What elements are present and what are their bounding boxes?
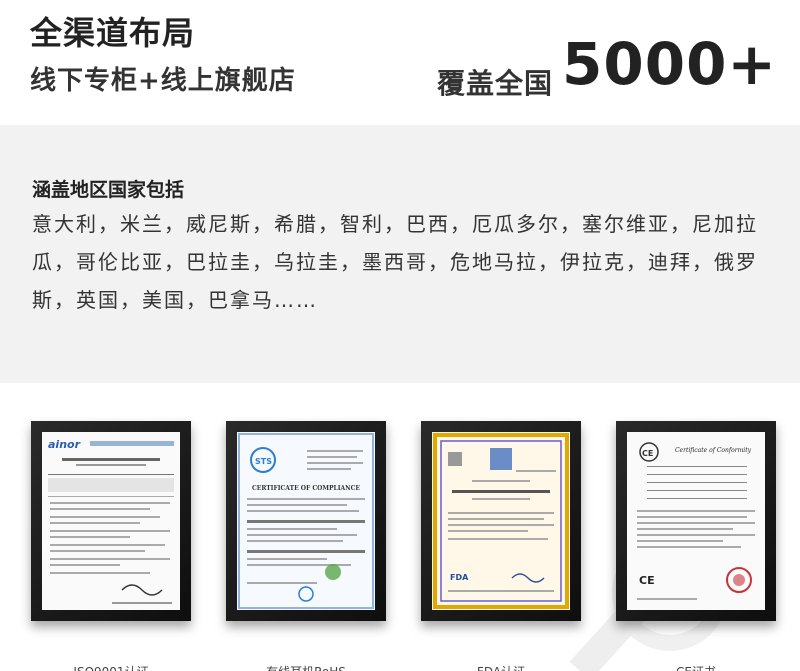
iso-certificate: ainor ISO9001 [31, 421, 191, 671]
iso-certificate-content: ainor [48, 438, 174, 604]
fda-certificate-caption: FDA认证 [421, 663, 581, 671]
fda-logo: FDA [450, 573, 469, 582]
fda-certificate-content: FDA [433, 433, 569, 609]
iso-certificate-caption: ISO9001认证 [31, 663, 191, 671]
ce-mark: CE [639, 574, 655, 587]
fda-certificate: FDA FDA认证 [421, 421, 581, 671]
headline: 全渠道布局 [30, 14, 196, 52]
ce-certificate-caption: CE证书 [616, 663, 776, 671]
rohs-certificate-caption: 有线耳机RoHS [226, 663, 386, 671]
fda-certificate-paper: FDA [432, 432, 570, 610]
regions-list: 意大利，米兰，威尼斯，希腊，智利，巴西，厄瓜多尔，塞尔维亚，尼加拉瓜，哥伦比亚，… [32, 212, 758, 312]
rohs-certificate-title: CERTIFICATE OF COMPLIANCE [252, 485, 360, 492]
regions-title: 涵盖地区国家包括 [32, 179, 185, 201]
ainor-logo: ainor [48, 438, 81, 451]
coverage-number: 5000+ [562, 30, 778, 98]
certificates-section: ainor ISO9001 [0, 383, 800, 671]
iso-certificate-paper: ainor [42, 432, 180, 610]
rohs-certificate-paper: STS CERTIFICATE OF COMPLIANCE [237, 432, 375, 610]
ce-small-logo: CE [642, 449, 653, 458]
ce-certificate-title: Certificate of Conformity [675, 447, 752, 454]
rohs-certificate-content: STS CERTIFICATE OF COMPLIANCE [238, 433, 374, 609]
header-section: 全渠道布局 线下专柜+线上旗舰店 覆盖全国 5000+ [0, 0, 800, 125]
ce-certificate: CE Certificate of Conformity CE C [616, 421, 776, 671]
ce-certificate-paper: CE Certificate of Conformity CE [627, 432, 765, 610]
regions-section: 涵盖地区国家包括 意大利，米兰，威尼斯，希腊，智利，巴西，厄瓜多尔，塞尔维亚，尼… [0, 125, 800, 383]
ce-certificate-content: CE Certificate of Conformity CE [637, 442, 755, 600]
subline: 线下专柜+线上旗舰店 [30, 66, 296, 96]
coverage-label: 覆盖全国 [437, 67, 554, 100]
sts-logo: STS [255, 457, 272, 466]
rohs-certificate: STS CERTIFICATE OF COMPLIANCE [226, 421, 386, 671]
